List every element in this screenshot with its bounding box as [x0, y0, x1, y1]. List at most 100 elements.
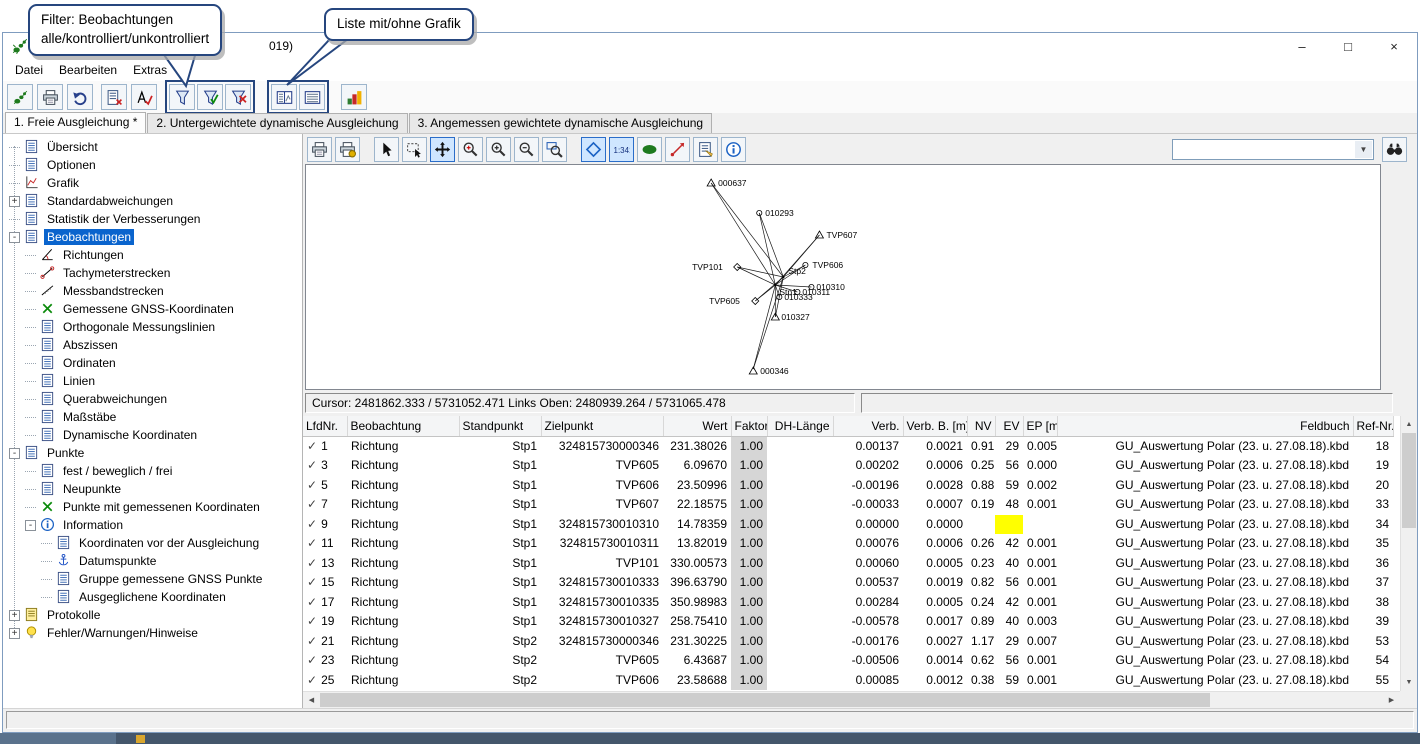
- app-tool-button[interactable]: [7, 84, 33, 110]
- scroll-right-icon[interactable]: ▶: [1383, 692, 1400, 708]
- tree-item-protokolle[interactable]: +Protokolle: [3, 606, 302, 624]
- table-vertical-scrollbar[interactable]: ▲ ▼: [1400, 416, 1417, 691]
- table-row[interactable]: ✓7RichtungStp1TVP60722.185751.00-0.00033…: [303, 495, 1393, 515]
- table-row[interactable]: ✓25RichtungStp2TVP60623.586881.000.00085…: [303, 671, 1393, 691]
- column-header-standpunkt[interactable]: Standpunkt: [459, 416, 541, 436]
- tree-item-richtungen[interactable]: Richtungen: [3, 246, 302, 264]
- tree-item-dynamische-koordinaten[interactable]: Dynamische Koordinaten: [3, 426, 302, 444]
- column-header-wert[interactable]: Wert: [663, 416, 731, 436]
- tree-item-standardabweichungen[interactable]: +Standardabweichungen: [3, 192, 302, 210]
- maximize-button[interactable]: □: [1325, 33, 1371, 59]
- table-row[interactable]: ✓13RichtungStp1TVP101330.005731.000.0006…: [303, 554, 1393, 574]
- tree-item-information[interactable]: -Information: [3, 516, 302, 534]
- table-row[interactable]: ✓19RichtungStp1324815730010327258.754101…: [303, 612, 1393, 632]
- tab-1-freie-ausgleichung[interactable]: 1. Freie Ausgleichung *: [5, 112, 146, 133]
- print-button[interactable]: [37, 84, 63, 110]
- column-header-ep-m[interactable]: EP [m]: [1023, 416, 1057, 436]
- column-header-beobachtung[interactable]: Beobachtung: [347, 416, 459, 436]
- table-row[interactable]: ✓9RichtungStp132481573001031014.783591.0…: [303, 515, 1393, 535]
- search-combobox[interactable]: ▼: [1172, 139, 1374, 160]
- tree-item-optionen[interactable]: Optionen: [3, 156, 302, 174]
- error-ellipses-toggle-button[interactable]: [637, 137, 662, 162]
- tree-item-fehler-warnungen-hinweise[interactable]: +Fehler/Warnungen/Hinweise: [3, 624, 302, 642]
- tree-item-datumspunkte[interactable]: Datumspunkte: [3, 552, 302, 570]
- tree-expander-icon[interactable]: -: [9, 232, 20, 243]
- table-row[interactable]: ✓11RichtungStp132481573001031113.820191.…: [303, 534, 1393, 554]
- pan-tool-button[interactable]: [430, 137, 455, 162]
- close-button[interactable]: ×: [1371, 33, 1417, 59]
- column-header-feldbuch[interactable]: Feldbuch: [1057, 416, 1353, 436]
- tree-expander-icon[interactable]: +: [9, 628, 20, 639]
- menu-datei[interactable]: Datei: [7, 60, 51, 80]
- zoom-window-tool-button[interactable]: [542, 137, 567, 162]
- table-row[interactable]: ✓21RichtungStp2324815730000346231.302251…: [303, 632, 1393, 652]
- zoom-in-tool-button[interactable]: [486, 137, 511, 162]
- taskbar-icon[interactable]: [136, 735, 145, 743]
- tree-expander-icon[interactable]: -: [9, 448, 20, 459]
- scroll-down-icon[interactable]: ▼: [1401, 674, 1417, 691]
- undo-button[interactable]: [67, 84, 93, 110]
- properties-button[interactable]: [693, 137, 718, 162]
- filter-unkontrolliert-button[interactable]: [225, 84, 251, 110]
- tab-3-angemessen-gewichtete-dynamische-ausgleichung[interactable]: 3. Angemessen gewichtete dynamische Ausg…: [409, 113, 713, 133]
- tree-item-tachymeterstrecken[interactable]: Tachymeterstrecken: [3, 264, 302, 282]
- column-header-verb-b-m[interactable]: Verb. B. [m]: [903, 416, 967, 436]
- column-header-ref-nr[interactable]: Ref-Nr.: [1353, 416, 1393, 436]
- table-horizontal-scrollbar[interactable]: ◀ ▶: [303, 691, 1400, 708]
- chevron-down-icon[interactable]: ▼: [1355, 141, 1372, 158]
- tree-item-linien[interactable]: Linien: [3, 372, 302, 390]
- symbols-toggle-button[interactable]: [581, 137, 606, 162]
- tree-item-ordinaten[interactable]: Ordinaten: [3, 354, 302, 372]
- vertical-scroll-thumb[interactable]: [1402, 433, 1416, 528]
- scale-toggle-button[interactable]: 1:341: [609, 137, 634, 162]
- print-settings-button[interactable]: [335, 137, 360, 162]
- tree-item-orthogonale-messungslinien[interactable]: Orthogonale Messungslinien: [3, 318, 302, 336]
- scroll-up-icon[interactable]: ▲: [1401, 416, 1417, 433]
- scroll-left-icon[interactable]: ◀: [303, 692, 320, 708]
- network-graphic[interactable]: 000637010293TVP607TVP606TVP605TVP1010103…: [305, 164, 1381, 390]
- tree-item-statistik-der-verbesserungen[interactable]: Statistik der Verbesserungen: [3, 210, 302, 228]
- table-row[interactable]: ✓17RichtungStp1324815730010335350.989831…: [303, 593, 1393, 613]
- column-header-lfdnr[interactable]: LfdNr.: [303, 416, 347, 436]
- table-row[interactable]: ✓3RichtungStp1TVP6056.096701.000.002020.…: [303, 456, 1393, 476]
- tree-item-ma-st-be[interactable]: Maßstäbe: [3, 408, 302, 426]
- tree-item-koordinaten-vor-der-ausgleichung[interactable]: Koordinaten vor der Ausgleichung: [3, 534, 302, 552]
- tree-expander-icon[interactable]: +: [9, 196, 20, 207]
- tree-item-messbandstrecken[interactable]: Messbandstrecken: [3, 282, 302, 300]
- horizontal-scroll-thumb[interactable]: [320, 693, 1210, 707]
- column-header-zielpunkt[interactable]: Zielpunkt: [541, 416, 663, 436]
- tree-item-fest-beweglich-frei[interactable]: fest / beweglich / frei: [3, 462, 302, 480]
- tree-item-grafik[interactable]: Grafik: [3, 174, 302, 192]
- tree-item-ausgeglichene-koordinaten[interactable]: Ausgeglichene Koordinaten: [3, 588, 302, 606]
- tree-item-punkte-mit-gemessenen-koordinaten[interactable]: Punkte mit gemessenen Koordinaten: [3, 498, 302, 516]
- print-graphic-button[interactable]: [307, 137, 332, 162]
- tree-item-bersicht[interactable]: Übersicht: [3, 138, 302, 156]
- menu-bearbeiten[interactable]: Bearbeiten: [51, 60, 125, 80]
- tree-item-gemessene-gnss-koordinaten[interactable]: Gemessene GNSS-Koordinaten: [3, 300, 302, 318]
- tree-expander-icon[interactable]: -: [25, 520, 36, 531]
- table-row[interactable]: ✓5RichtungStp1TVP60623.509961.00-0.00196…: [303, 476, 1393, 496]
- find-button[interactable]: [1382, 137, 1407, 162]
- select-tool-button[interactable]: [374, 137, 399, 162]
- zoom-dynamic-tool-button[interactable]: [458, 137, 483, 162]
- column-header-verb[interactable]: Verb.: [833, 416, 903, 436]
- select-area-tool-button[interactable]: [402, 137, 427, 162]
- column-header-nv[interactable]: NV: [967, 416, 995, 436]
- tree-expander-icon[interactable]: +: [9, 610, 20, 621]
- tree-item-beobachtungen[interactable]: -Beobachtungen: [3, 228, 302, 246]
- zoom-out-tool-button[interactable]: [514, 137, 539, 162]
- tab-2-untergewichtete-dynamische-ausgleichung[interactable]: 2. Untergewichtete dynamische Ausgleichu…: [147, 113, 407, 133]
- minimize-button[interactable]: –: [1279, 33, 1325, 59]
- tree-item-gruppe-gemessene-gnss-punkte[interactable]: Gruppe gemessene GNSS Punkte: [3, 570, 302, 588]
- column-header-ev[interactable]: EV: [995, 416, 1023, 436]
- tree-item-abszissen[interactable]: Abszissen: [3, 336, 302, 354]
- vectors-toggle-button[interactable]: [665, 137, 690, 162]
- compute-button[interactable]: [101, 84, 127, 110]
- tree-item-querabweichungen[interactable]: Querabweichungen: [3, 390, 302, 408]
- column-header-dh-l-nge[interactable]: DH-Länge: [767, 416, 833, 436]
- table-row[interactable]: ✓23RichtungStp2TVP6056.436871.00-0.00506…: [303, 651, 1393, 671]
- table-row[interactable]: ✓15RichtungStp1324815730010333396.637901…: [303, 573, 1393, 593]
- tree-item-punkte[interactable]: -Punkte: [3, 444, 302, 462]
- tree-item-neupunkte[interactable]: Neupunkte: [3, 480, 302, 498]
- table-row[interactable]: ✓1RichtungStp1324815730000346231.380261.…: [303, 436, 1393, 456]
